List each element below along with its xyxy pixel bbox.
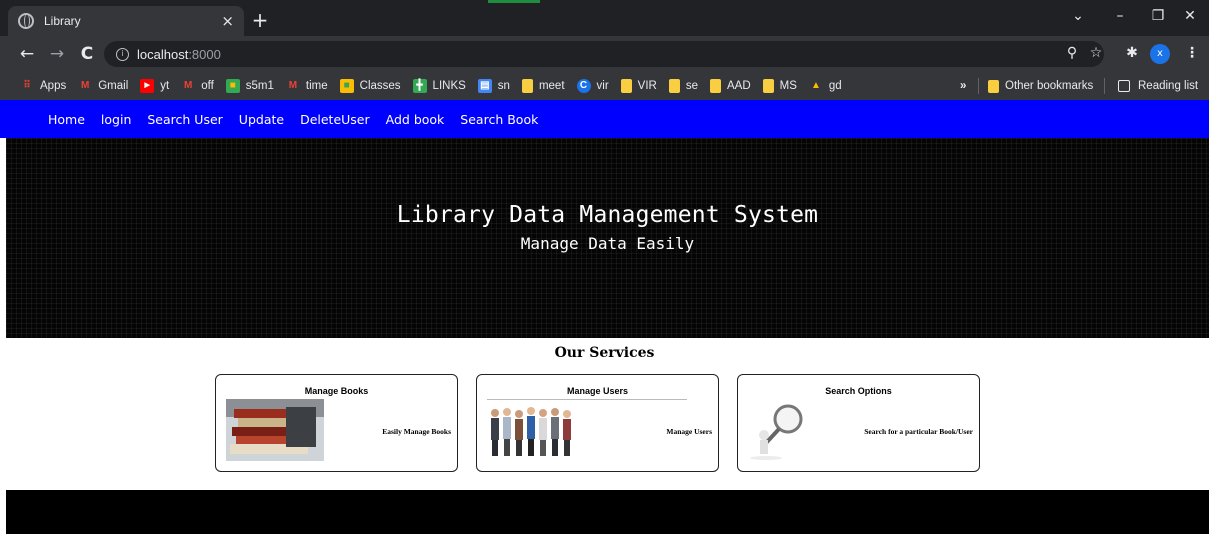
other-bookmarks[interactable]: Other bookmarks [988,72,1093,100]
folder-icon [988,79,999,93]
docs-icon: ▤ [477,79,492,93]
bookmark-yt[interactable]: ▶ yt [140,79,169,93]
card-divider [487,399,687,400]
bookmark-ms[interactable]: MS [762,79,797,93]
bookmarks-separator [1104,78,1105,94]
reload-icon[interactable]: C [76,44,98,64]
bookmark-apps[interactable]: ⠿ Apps [20,79,66,93]
card-description: Easily Manage Books [382,427,451,436]
card-title: Manage Books [304,386,369,396]
browser-tab-strip: Library × + ⌄ – ❐ ✕ [0,0,1209,36]
bookmark-s5m1[interactable]: ■ s5m1 [225,79,274,93]
tab-strip-indicator [488,0,540,3]
close-window-icon[interactable]: ✕ [1180,8,1200,24]
url-port: :8000 [188,46,221,62]
book-stack-image [226,399,324,461]
globe-icon [18,13,34,29]
tab-search-icon[interactable]: ⌄ [1068,8,1088,24]
people-group-image [491,407,571,456]
new-tab-button[interactable]: + [250,8,270,32]
minimize-icon[interactable]: – [1110,8,1130,24]
drive-icon: ▲ [810,80,821,91]
card-title: Manage Users [566,386,629,396]
gmail-icon: M [288,80,298,91]
bookmark-off[interactable]: Moff [181,79,214,93]
folder-icon [521,79,533,93]
bookmark-links[interactable]: ╋ LINKS [412,79,466,93]
service-card-search[interactable]: Search Options Search for a particular B… [737,374,980,472]
zoom-icon[interactable]: ⚲ [1062,45,1082,61]
nav-update[interactable]: Update [239,112,284,127]
hero-banner: Library Data Management System Manage Da… [6,138,1209,338]
browser-tab[interactable]: Library × [8,6,244,36]
page-footer [6,490,1209,534]
apps-grid-icon: ⠿ [23,80,31,91]
c-icon: C [576,79,591,93]
bookmark-vir[interactable]: VIR [620,79,657,93]
bookmark-vir-lower[interactable]: Cvir [576,79,609,93]
star-icon[interactable]: ☆ [1086,45,1106,61]
gmail-icon: M [81,80,90,91]
profile-avatar[interactable]: x [1150,44,1170,64]
card-description: Search for a particular Book/User [864,427,973,436]
classroom-icon: ■ [225,79,240,93]
url-host: localhost [137,46,189,62]
services-heading: Our Services [554,345,655,361]
card-title: Search Options [825,386,892,396]
nav-search-book[interactable]: Search Book [460,112,538,127]
more-bookmarks-button[interactable]: » [960,72,966,100]
address-bar-row: ← → C i localhost:8000 ⚲ ☆ ✱ x ⋮ [0,36,1209,72]
bookmark-gd[interactable]: ▲ gd [809,79,842,93]
nav-home[interactable]: Home [48,112,85,127]
sheets-icon: ╋ [412,79,427,93]
folder-icon [762,79,774,93]
reading-list[interactable]: Reading list [1118,72,1198,100]
bookmark-time[interactable]: Mtime [286,79,328,93]
bookmarks-bar: ⠿ Apps M Gmail ▶ yt Moff ■ s5m1 Mtime ■ Class… [0,72,1209,100]
service-card-users[interactable]: Manage Users Manage Users [476,374,719,472]
nav-login[interactable]: login [101,112,131,127]
bookmark-sn[interactable]: ▤ sn [477,79,510,93]
youtube-icon: ▶ [140,79,155,93]
back-icon[interactable]: ← [16,44,38,64]
bookmark-aad[interactable]: AAD [710,79,751,93]
url-bar[interactable]: i localhost:8000 [104,41,1104,67]
restore-icon[interactable]: ❐ [1148,8,1168,24]
extensions-icon[interactable]: ✱ [1122,45,1142,61]
folder-icon [620,79,632,93]
hero-title: Library Data Management System [396,202,819,228]
close-tab-icon[interactable]: × [221,12,234,30]
folder-icon [710,79,721,93]
tab-title: Library [44,14,81,28]
nav-search-user[interactable]: Search User [147,112,222,127]
nav-add-book[interactable]: Add book [386,112,445,127]
nav-delete-user[interactable]: DeleteUser [300,112,370,127]
hero-subtitle: Manage Data Easily [520,234,695,253]
bookmark-meet[interactable]: meet [521,79,565,93]
bookmark-gmail[interactable]: M Gmail [78,79,128,93]
menu-kebab-icon[interactable]: ⋮ [1182,45,1202,61]
magnifier-figure-image [750,404,803,460]
card-description: Manage Users [666,427,712,436]
site-navbar: Home login Search User Update DeleteUser… [0,100,1209,138]
bookmark-se[interactable]: se [668,79,698,93]
info-icon[interactable]: i [116,47,129,61]
forward-icon[interactable]: → [46,44,68,64]
service-card-books[interactable]: Manage Books Easily Manage Books [215,374,458,472]
bookmarks-separator [978,78,979,94]
gmail-icon: M [184,80,193,91]
reading-list-icon [1118,80,1130,92]
folder-icon [668,79,680,93]
classroom-icon: ■ [339,79,354,93]
bookmark-classes[interactable]: ■ Classes [339,79,401,93]
